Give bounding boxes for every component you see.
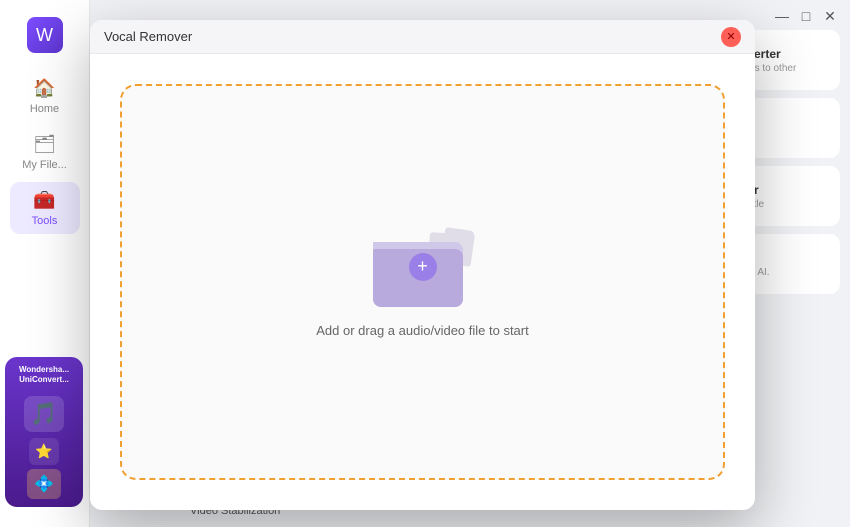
- sidebar-item-tools-label: Tools: [32, 215, 58, 227]
- modal-title: Vocal Remover: [104, 29, 192, 44]
- sidebar-item-myfiles[interactable]: 🗂 My File...: [10, 126, 80, 178]
- folder-icon: +: [373, 227, 473, 307]
- tools-icon: 🧰: [33, 190, 55, 211]
- sidebar-item-home-label: Home: [30, 103, 59, 115]
- drop-zone-label: Add or drag a audio/video file to start: [316, 323, 528, 338]
- modal-close-button[interactable]: ✕: [721, 27, 741, 47]
- file-drop-zone[interactable]: + Add or drag a audio/video file to star…: [120, 84, 725, 480]
- folder-plus-icon: +: [409, 253, 437, 281]
- sidebar-item-home[interactable]: 🏠 Home: [10, 70, 80, 122]
- bg-window-controls: — □ ✕: [774, 8, 838, 24]
- app-logo: W: [15, 10, 75, 60]
- sidebar-item-myfiles-label: My File...: [22, 159, 67, 171]
- files-icon: 🗂: [33, 134, 56, 155]
- bg-maximize-button[interactable]: □: [798, 8, 814, 24]
- home-icon: 🏠: [33, 78, 55, 99]
- promo-text: Wondersha...UniConvert...: [19, 365, 69, 386]
- bg-close-button[interactable]: ✕: [822, 8, 838, 24]
- sidebar: W 🏠 Home 🗂 My File... 🧰 Tools Wondersha.…: [0, 0, 90, 527]
- sidebar-item-tools[interactable]: 🧰 Tools: [10, 182, 80, 234]
- logo-icon: W: [27, 17, 63, 53]
- modal-body: + Add or drag a audio/video file to star…: [90, 54, 755, 510]
- sidebar-promo-banner[interactable]: Wondersha...UniConvert... 🎵 ⭐ 💠: [5, 357, 83, 507]
- modal-titlebar: Vocal Remover ✕: [90, 20, 755, 54]
- bg-minimize-button[interactable]: —: [774, 8, 790, 24]
- vocal-remover-modal: Vocal Remover ✕ + Add or drag a audio/vi…: [90, 20, 755, 510]
